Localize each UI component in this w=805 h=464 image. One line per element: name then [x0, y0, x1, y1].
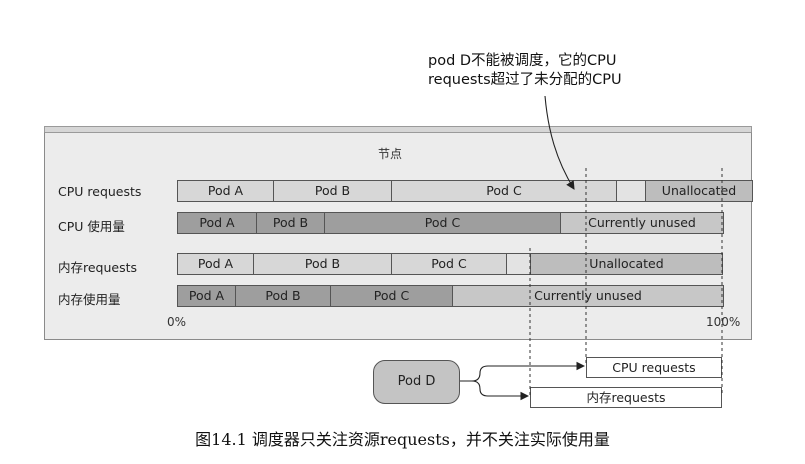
pod-d-memory-arrow: [471, 380, 530, 401]
diagram-connectors: [460, 95, 723, 401]
figure-caption: 图14.1 调度器只关注资源requests，并不关注实际使用量: [195, 430, 610, 449]
pod-d-cpu-arrow: [460, 361, 586, 382]
callout-pointer-arrow: [544, 95, 575, 190]
